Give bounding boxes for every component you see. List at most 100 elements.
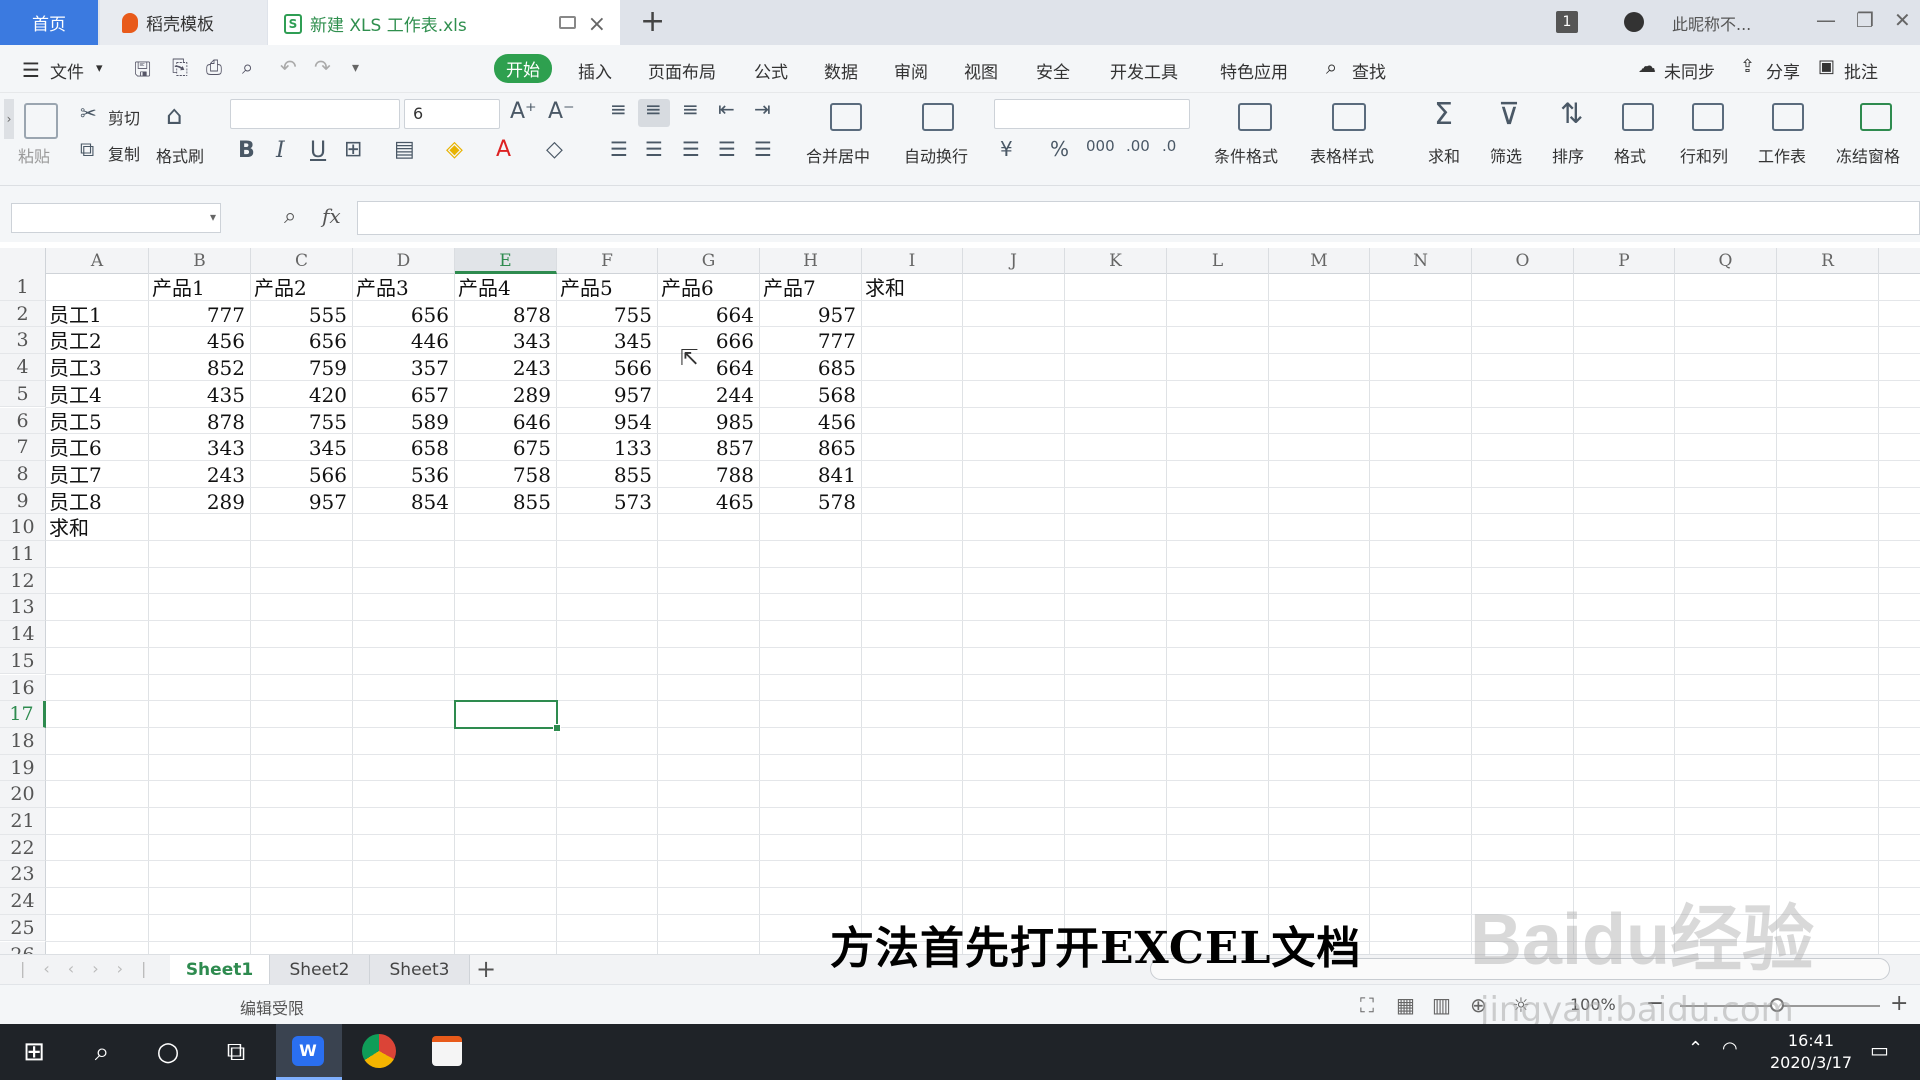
cell-d6[interactable]: 589 xyxy=(356,409,453,435)
column-header-p[interactable]: P xyxy=(1574,248,1675,274)
cell-i1[interactable]: 求和 xyxy=(865,275,961,301)
menu-insert[interactable]: 插入 xyxy=(578,58,612,83)
cell-g7[interactable]: 857 xyxy=(661,435,758,461)
cell-h8[interactable]: 841 xyxy=(763,462,860,488)
row-header-22[interactable]: 22 xyxy=(0,834,46,862)
cell-a10[interactable]: 求和 xyxy=(49,515,147,541)
presentation-app-icon[interactable] xyxy=(432,1036,462,1066)
redo-icon[interactable]: ↷ xyxy=(314,55,331,79)
column-header-l[interactable]: L xyxy=(1167,248,1269,274)
worksheet-icon[interactable] xyxy=(1772,103,1804,131)
copy-icon[interactable]: ⧉ xyxy=(80,137,94,161)
cortana-icon[interactable]: ○ xyxy=(150,1034,186,1070)
cell-f3[interactable]: 345 xyxy=(560,328,656,354)
column-header-b[interactable]: B xyxy=(149,248,251,274)
cell-g9[interactable]: 465 xyxy=(661,489,758,515)
column-header-h[interactable]: H xyxy=(760,248,862,274)
row-header-12[interactable]: 12 xyxy=(0,567,46,595)
cell-a3[interactable]: 员工2 xyxy=(49,328,147,354)
cell-d2[interactable]: 656 xyxy=(356,302,453,328)
comment-icon[interactable]: ▣ xyxy=(1818,56,1835,77)
cell-d3[interactable]: 446 xyxy=(356,328,453,354)
sort-icon[interactable]: ⇅ xyxy=(1560,97,1583,130)
column-header-r[interactable]: R xyxy=(1777,248,1879,274)
cell-a7[interactable]: 员工6 xyxy=(49,435,147,461)
column-header-i[interactable]: I xyxy=(862,248,963,274)
tab-home[interactable]: 首页 xyxy=(0,0,98,45)
avatar[interactable] xyxy=(1624,12,1644,32)
align-top-icon[interactable]: ≡ xyxy=(610,97,627,121)
clear-icon[interactable]: ◇ xyxy=(546,137,563,162)
menu-data[interactable]: 数据 xyxy=(824,58,858,83)
cell-c3[interactable]: 656 xyxy=(254,328,351,354)
tab-docer-templates[interactable]: 稻壳模板 xyxy=(100,0,267,45)
cell-d8[interactable]: 536 xyxy=(356,462,453,488)
cell-g8[interactable]: 788 xyxy=(661,462,758,488)
cell-e4[interactable]: 243 xyxy=(458,355,555,381)
cell-e9[interactable]: 855 xyxy=(458,489,555,515)
cell-a4[interactable]: 员工3 xyxy=(49,355,147,381)
cell-c1[interactable]: 产品2 xyxy=(254,275,351,301)
column-header-n[interactable]: N xyxy=(1370,248,1472,274)
column-header-m[interactable]: M xyxy=(1269,248,1370,274)
conditional-format-button[interactable]: 条件格式 xyxy=(1214,143,1278,167)
cell-b4[interactable]: 852 xyxy=(152,355,249,381)
font-color-icon[interactable]: A xyxy=(496,137,511,162)
wps-taskbar-button[interactable]: W xyxy=(276,1024,342,1080)
borders-icon[interactable]: ⊞ xyxy=(344,137,362,162)
export-icon[interactable]: ⎘ xyxy=(172,55,188,79)
column-header-q[interactable]: Q xyxy=(1675,248,1777,274)
column-header-g[interactable]: G xyxy=(658,248,760,274)
row-header-4[interactable]: 4 xyxy=(0,354,46,381)
table-style-icon[interactable] xyxy=(1332,103,1366,131)
menu-developer[interactable]: 开发工具 xyxy=(1110,58,1178,83)
increase-indent-icon[interactable]: ⇥ xyxy=(754,97,771,121)
number-format-select[interactable] xyxy=(994,99,1190,129)
cut-button[interactable]: 剪切 xyxy=(108,105,140,129)
cell-a5[interactable]: 员工4 xyxy=(49,382,147,408)
menu-file[interactable]: 文件 xyxy=(50,58,84,83)
row-header-11[interactable]: 11 xyxy=(0,541,46,568)
cell-f5[interactable]: 957 xyxy=(560,382,656,408)
cell-h5[interactable]: 568 xyxy=(763,382,860,408)
sync-status[interactable]: 未同步 xyxy=(1664,58,1715,83)
menu-formulas[interactable]: 公式 xyxy=(754,58,788,83)
search-icon[interactable]: ⌕ xyxy=(1326,55,1337,79)
row-header-1[interactable]: 1 xyxy=(0,274,46,301)
copy-button[interactable]: 复制 xyxy=(108,141,140,165)
share-button[interactable]: 分享 xyxy=(1766,58,1800,83)
column-header-f[interactable]: F xyxy=(557,248,658,274)
format-icon[interactable] xyxy=(1622,103,1654,131)
cell-h9[interactable]: 578 xyxy=(763,489,860,515)
paste-button[interactable]: 粘贴 xyxy=(18,143,50,167)
cell-e8[interactable]: 758 xyxy=(458,462,555,488)
cell-c9[interactable]: 957 xyxy=(254,489,351,515)
cell-f7[interactable]: 133 xyxy=(560,435,656,461)
cell-h1[interactable]: 产品7 xyxy=(763,275,860,301)
page-break-view-icon[interactable]: ▥ xyxy=(1432,993,1451,1017)
cell-f6[interactable]: 954 xyxy=(560,409,656,435)
column-header-c[interactable]: C xyxy=(251,248,353,274)
zoom-in-icon[interactable]: + xyxy=(1890,991,1908,1016)
row-col-icon[interactable] xyxy=(1692,103,1724,131)
row-header-16[interactable]: 16 xyxy=(0,674,46,702)
cell-f8[interactable]: 855 xyxy=(560,462,656,488)
taskbar-search-icon[interactable]: ⌕ xyxy=(84,1034,120,1070)
filter-icon[interactable]: ⊽ xyxy=(1498,97,1520,132)
filter-button[interactable]: 筛选 xyxy=(1490,143,1522,167)
paste-icon[interactable] xyxy=(24,103,58,139)
row-header-13[interactable]: 13 xyxy=(0,594,46,622)
chevron-down-icon[interactable]: ▾ xyxy=(96,61,103,76)
column-header-o[interactable]: O xyxy=(1472,248,1574,274)
font-size-select[interactable]: 6 xyxy=(404,99,500,129)
cell-e2[interactable]: 878 xyxy=(458,302,555,328)
row-header-10[interactable]: 10 xyxy=(0,514,46,541)
cell-h7[interactable]: 865 xyxy=(763,435,860,461)
sheet-nav-arrows[interactable]: |‹‹››| xyxy=(20,959,164,978)
cell-h6[interactable]: 456 xyxy=(763,409,860,435)
freeze-panes-icon[interactable] xyxy=(1860,103,1892,131)
chrome-icon[interactable] xyxy=(362,1034,396,1068)
close-tab-icon[interactable]: × xyxy=(588,12,606,37)
ribbon-collapse-arrow[interactable]: › xyxy=(4,99,14,139)
row-header-3[interactable]: 3 xyxy=(0,327,46,355)
